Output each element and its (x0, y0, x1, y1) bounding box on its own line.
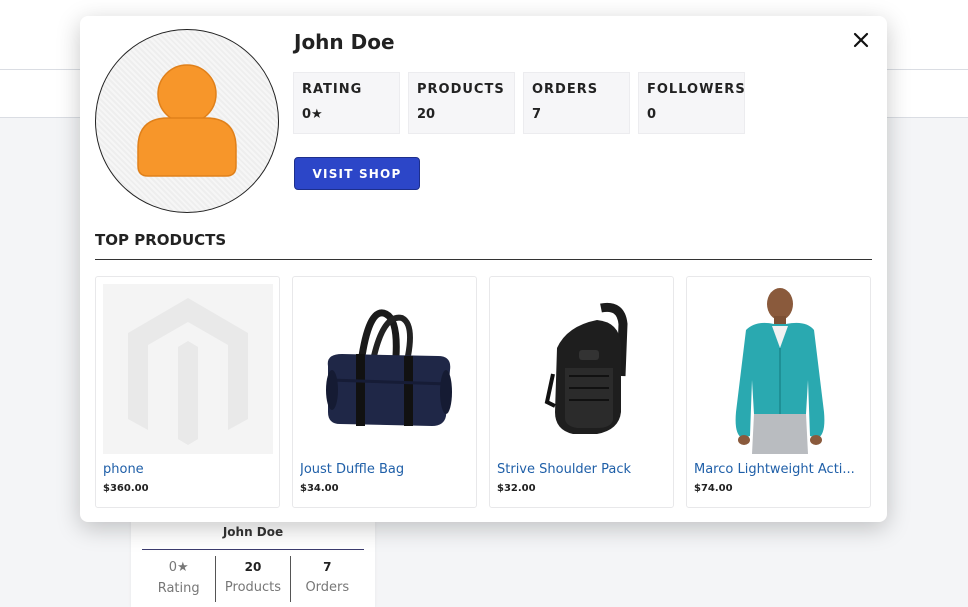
product-price: $360.00 (103, 483, 149, 494)
shoulder-pack-icon (544, 302, 628, 434)
stat-value: 0 (647, 107, 657, 122)
magento-placeholder-icon (128, 298, 248, 445)
stat-value: 7 (532, 107, 542, 122)
stat-label: Orders (305, 580, 350, 595)
product-card[interactable]: phone $360.00 (95, 276, 280, 508)
stat-rating: RATING 0★ (293, 72, 400, 134)
product-card[interactable]: Marco Lightweight Acti... $74.00 (686, 276, 871, 508)
stat-label: RATING (302, 82, 363, 97)
product-image[interactable] (497, 284, 667, 454)
stat-products: PRODUCTS 20 (408, 72, 515, 134)
seller-card-stat-rating: 0★ Rating (142, 556, 215, 602)
divider (95, 259, 872, 260)
seller-name: John Doe (294, 30, 395, 54)
close-button[interactable] (849, 28, 873, 52)
stat-value: 20 (244, 560, 262, 574)
stat-orders: ORDERS 7 (523, 72, 630, 134)
user-icon (137, 64, 237, 177)
top-products-list: phone $360.00 Joust Duffle Bag $34.00 St… (95, 276, 872, 508)
seller-card-stats: 0★ Rating 20 Products 7 Orders (142, 556, 364, 602)
stat-value: 7 (323, 560, 332, 574)
close-icon[interactable] (849, 28, 873, 52)
product-price: $34.00 (300, 483, 339, 494)
stat-value: 0★ (168, 560, 189, 575)
seller-card-stat-orders: 7 Orders (289, 556, 364, 602)
product-name-link[interactable]: Marco Lightweight Acti... (694, 462, 863, 477)
stat-label: Products (224, 580, 282, 595)
duffle-bag-icon (326, 309, 452, 426)
product-price: $32.00 (497, 483, 536, 494)
stat-label: PRODUCTS (417, 82, 505, 97)
stat-label: ORDERS (532, 82, 599, 97)
stat-followers: FOLLOWERS 0 (638, 72, 745, 134)
product-image[interactable] (694, 284, 864, 454)
stat-label: Rating (157, 581, 200, 596)
stat-value: 20 (417, 107, 436, 122)
product-name-link[interactable]: phone (103, 462, 272, 477)
stat-value: 0★ (302, 107, 323, 122)
seller-stats: RATING 0★ PRODUCTS 20 ORDERS 7 FOLLOWERS… (293, 72, 745, 134)
product-image[interactable] (300, 284, 470, 454)
product-name-link[interactable]: Joust Duffle Bag (300, 462, 469, 477)
divider (142, 549, 364, 550)
top-products-heading: TOP PRODUCTS (95, 231, 227, 249)
product-card[interactable]: Joust Duffle Bag $34.00 (292, 276, 477, 508)
teal-hoodie-icon (735, 288, 825, 454)
stat-label: FOLLOWERS (647, 82, 746, 97)
avatar (95, 29, 279, 213)
product-price: $74.00 (694, 483, 733, 494)
product-name-link[interactable]: Strive Shoulder Pack (497, 462, 666, 477)
seller-card-stat-products: 20 Products (215, 556, 289, 602)
seller-profile-modal: John Doe RATING 0★ PRODUCTS 20 ORDERS 7 … (80, 16, 887, 522)
seller-card-name: John Doe (222, 525, 284, 539)
product-image[interactable] (103, 284, 273, 454)
visit-shop-button[interactable]: VISIT SHOP (294, 157, 420, 190)
product-card[interactable]: Strive Shoulder Pack $32.00 (489, 276, 674, 508)
